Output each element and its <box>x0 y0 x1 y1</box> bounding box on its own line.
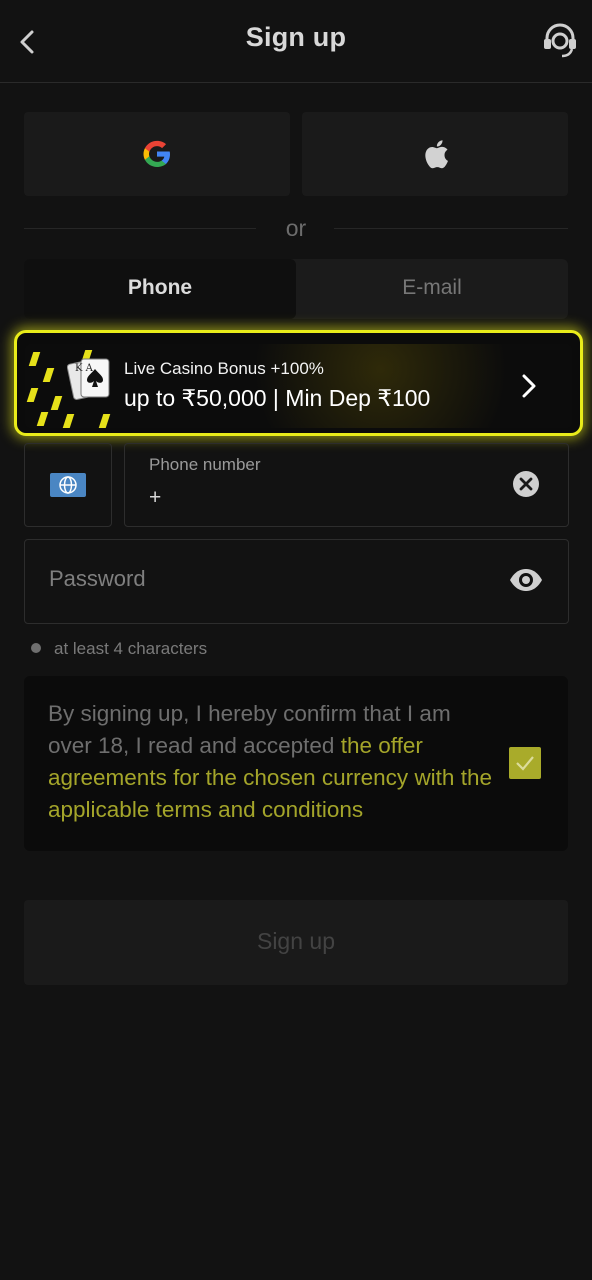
google-icon <box>143 140 170 167</box>
chevron-right-icon <box>522 374 536 398</box>
consent-box: By signing up, I hereby confirm that I a… <box>24 676 568 851</box>
consent-text: By signing up, I hereby confirm that I a… <box>48 698 498 826</box>
banner-title: Live Casino Bonus +100% <box>124 359 324 378</box>
checkmark-icon <box>516 756 534 771</box>
password-field[interactable]: Password <box>24 539 569 624</box>
signup-button[interactable]: Sign up <box>24 900 568 985</box>
google-signin-button[interactable] <box>24 112 290 196</box>
casino-bonus-banner[interactable]: K A Live Casino Bonus +100% up to ₹50,00… <box>14 330 583 436</box>
banner-stripe <box>26 388 39 402</box>
phone-number-label: Phone number <box>149 455 261 474</box>
banner-subtitle: up to ₹50,000 | Min Dep ₹100 <box>124 385 431 411</box>
apple-signin-button[interactable] <box>302 112 568 196</box>
banner-stripe <box>50 396 63 410</box>
banner-stripe <box>36 412 49 426</box>
banner-stripe <box>28 352 41 366</box>
password-hint: at least 4 characters <box>54 639 208 658</box>
apple-icon <box>425 140 448 169</box>
banner-stripe <box>98 414 111 428</box>
support-headset-icon[interactable] <box>540 20 580 60</box>
header: Sign up <box>0 0 592 83</box>
phone-number-input[interactable]: + <box>149 486 161 510</box>
or-divider: or <box>24 212 568 246</box>
hint-bullet <box>31 643 41 653</box>
clear-icon[interactable] <box>512 470 540 498</box>
banner-stripe <box>62 414 75 428</box>
tab-email[interactable]: E-mail <box>296 259 568 319</box>
consent-checkbox[interactable] <box>509 747 541 779</box>
globe-flag <box>50 473 86 497</box>
banner-stripe <box>42 368 55 382</box>
globe-icon <box>59 476 77 494</box>
country-code-selector[interactable] <box>24 443 112 527</box>
password-input[interactable]: Password <box>49 566 146 592</box>
eye-icon[interactable] <box>508 568 544 592</box>
page-title: Sign up <box>245 22 347 52</box>
signup-method-tabs: Phone E-mail <box>24 259 568 319</box>
tab-phone[interactable]: Phone <box>24 259 296 319</box>
playing-cards-icon: K A <box>67 358 110 400</box>
svg-text:K A: K A <box>75 363 94 374</box>
or-text: or <box>285 215 307 241</box>
phone-number-field[interactable]: Phone number + <box>124 443 569 527</box>
